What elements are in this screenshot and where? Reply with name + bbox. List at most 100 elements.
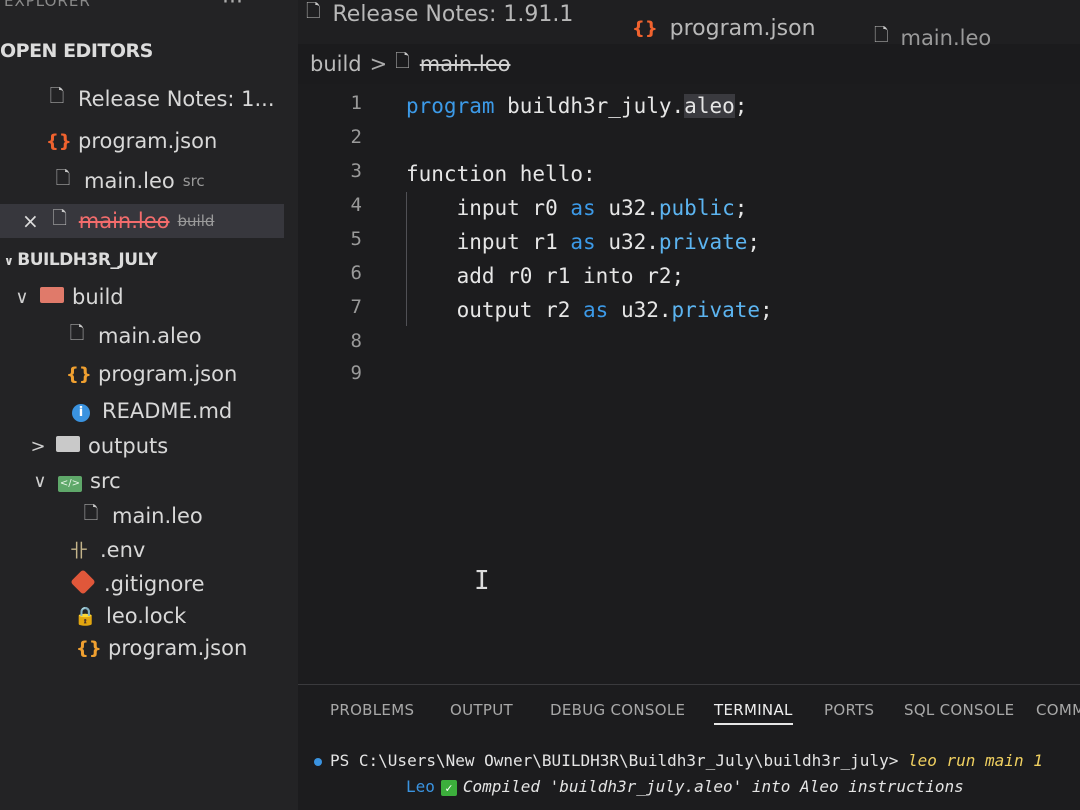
tree-item-label: build [72,285,124,309]
breadcrumb-segment[interactable]: build [310,52,362,76]
open-editors-header[interactable]: OPEN EDITORS [0,40,153,62]
line-number: 6 [350,262,362,284]
file-icon: 🗋 [306,1,321,22]
editor-tab-bar: 🗋 Release Notes: 1.91.1 {} program.json … [298,0,1080,50]
workspace-header[interactable]: ∨ BUILDH3R_JULY [4,250,158,270]
code-token: ; [747,230,761,254]
file-icon: 🗋 [55,168,71,189]
chevron-right-icon: > [30,435,46,457]
line-number: 2 [350,126,362,148]
open-editor-program-json[interactable]: {} program.json [0,124,298,158]
json-icon: {} [76,637,102,659]
tree-item-label: .gitignore [104,572,205,596]
tree-folder-src[interactable]: ∨ </> src [0,464,298,498]
tree-folder-build[interactable]: ∨ build [0,280,298,314]
code-line-7: output r2 as u32.private; [406,298,773,322]
line-number: 4 [350,194,362,216]
code-token: u32. [595,230,659,254]
more-actions-button[interactable]: ··· [222,0,243,15]
open-editor-release-notes[interactable]: 🗋 Release Notes: 1... [0,82,298,116]
code-token: function hello: [406,162,596,186]
tree-item-label: program.json [98,362,238,386]
text-cursor-icon: I [474,566,490,596]
code-token: input r0 [406,196,571,220]
src-folder-icon: </> [58,470,82,492]
tree-file-main-leo[interactable]: 🗋 main.leo [0,499,298,533]
tree-file-leo-lock[interactable]: 🔒 leo.lock [0,599,298,633]
file-icon: 🗋 [52,208,67,229]
open-editor-label: main.leo [78,209,170,233]
terminal-command: leo run main 1 [898,751,1043,770]
code-token: u32. [595,196,659,220]
chevron-down-icon: ∨ [33,470,47,492]
tree-file-gitignore[interactable]: .gitignore [0,567,298,601]
tree-item-label: leo.lock [106,604,187,628]
tab-program-json[interactable]: {} program.json [632,8,816,48]
keyword-token: as [570,230,596,254]
explorer-sidebar: EXPLORER ··· OPEN EDITORS 🗋 Release Note… [0,0,298,810]
tree-file-program-json-root[interactable]: {} program.json [0,631,298,665]
tree-item-label: main.leo [112,504,203,528]
open-editor-desc: src [182,172,205,190]
panel-tab-debug-console[interactable]: DEBUG CONSOLE [550,701,685,719]
file-icon: 🗋 [395,51,410,72]
code-line-1: program buildh3r_july.aleo; [406,94,747,118]
code-editor[interactable]: 1 2 3 4 5 6 7 8 9 program buildh3r_july.… [298,84,1080,684]
tree-file-env[interactable]: 卝 .env [0,533,298,567]
panel-tab-problems[interactable]: PROBLEMS [330,701,414,719]
check-icon: ✓ [440,779,457,796]
info-icon: i [70,400,92,422]
panel-tab-comments[interactable]: COMMENTS [1036,701,1080,719]
breadcrumb-separator: > [369,52,388,76]
terminal-tag: Leo [406,777,435,796]
open-editor-label: program.json [78,129,218,153]
open-editor-main-leo-build[interactable]: × 🗋 main.leo build [0,204,284,238]
tab-label: main.leo [900,26,992,50]
tree-file-main-aleo[interactable]: 🗋 main.aleo [0,319,298,353]
panel-tab-output[interactable]: OUTPUT [450,701,513,719]
json-icon: {} [632,17,658,39]
code-token: buildh3r_july. [494,94,685,118]
chevron-down-icon: ∨ [4,254,14,268]
panel-tab-terminal[interactable]: TERMINAL [714,701,793,725]
close-icon[interactable]: × [22,209,39,233]
line-number: 3 [350,160,362,182]
terminal-output-line: Leo ✓ Compiled 'buildh3r_july.aleo' into A… [406,777,964,796]
env-icon: 卝 [70,541,88,562]
code-token: ; [734,196,748,220]
terminal-prompt: PS C:\Users\New Owner\BUILDH3R\Buildh3r_… [330,751,899,770]
tree-file-readme[interactable]: i README.md [0,394,298,428]
breadcrumb-segment[interactable]: main.leo [420,52,511,76]
tree-item-label: main.aleo [98,324,202,348]
line-number: 9 [350,362,362,384]
code-line-3: function hello: [406,162,596,186]
open-editor-desc: build [177,212,215,230]
json-icon: {} [46,130,72,152]
tab-main-leo[interactable]: 🗋 main.leo [874,18,991,58]
tab-release-notes[interactable]: 🗋 Release Notes: 1.91.1 [306,0,573,34]
terminal-output: Compiled 'buildh3r_july.aleo' into Aleo … [462,777,964,796]
panel-tab-sql-console[interactable]: SQL CONSOLE [904,701,1014,719]
visibility-token: private [658,230,748,254]
tree-item-label: src [90,469,121,493]
folder-icon [56,435,80,457]
tree-item-label: README.md [102,399,233,423]
visibility-token: public [658,196,735,220]
open-editor-main-leo-src[interactable]: 🗋 main.leo src [0,164,298,198]
tree-file-program-json[interactable]: {} program.json [0,357,298,391]
terminal-prompt-line[interactable]: PS C:\Users\New Owner\BUILDH3R\Buildh3r_… [314,751,1080,770]
visibility-token: private [671,298,761,322]
code-token: ; [760,298,773,322]
chevron-down-icon: ∨ [15,286,29,308]
file-icon: 🗋 [874,25,889,46]
code-token: input r1 [406,230,571,254]
tree-folder-outputs[interactable]: > outputs [0,429,298,463]
explorer-title: EXPLORER [4,0,91,10]
panel-tab-ports[interactable]: PORTS [824,701,874,719]
keyword-token: as [570,196,596,220]
tab-label: Release Notes: 1.91.1 [332,1,574,27]
file-icon: 🗋 [49,86,65,107]
open-editor-label: main.leo [84,169,175,193]
code-line-5: input r1 as u32.private; [406,230,761,254]
keyword-token: program [406,94,495,118]
